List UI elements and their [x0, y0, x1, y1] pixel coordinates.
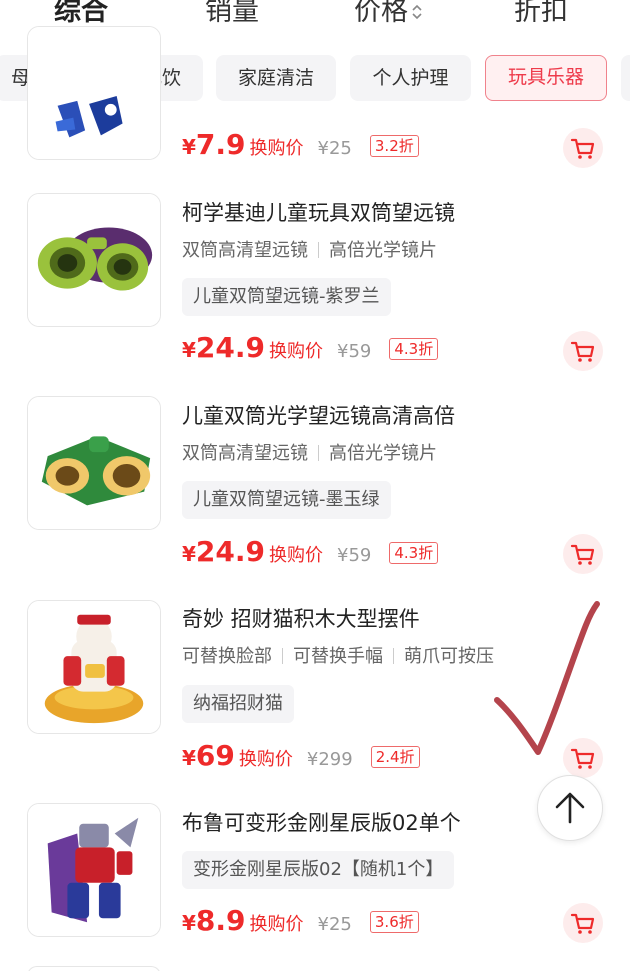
original-price: ¥59 [337, 341, 372, 362]
product-tag: 双筒高清望远镜 [182, 443, 308, 464]
price-value: 69 [195, 739, 235, 772]
back-to-top-button[interactable] [537, 775, 603, 841]
tag-divider [282, 648, 283, 664]
product-variant[interactable]: 变形金刚星辰版02【随机1个】 [182, 851, 455, 889]
discount-badge: 2.4折 [370, 746, 420, 768]
product-variant[interactable]: 纳福招财猫 [182, 685, 294, 723]
product-tags: 可替换脸部 可替换手幅 萌爪可按压 [182, 644, 494, 670]
discount-badge: 4.3折 [389, 542, 439, 564]
price-row: ¥ 8.9 换购价 ¥25 3.6折 [182, 904, 419, 940]
price-value: 7.9 [195, 128, 246, 161]
discount-badge: 3.2折 [369, 135, 419, 157]
category-chip-cleaning[interactable]: 家庭清洁 [216, 55, 336, 101]
product-image[interactable] [27, 600, 161, 734]
sort-tab-price[interactable]: 价格 [354, 0, 422, 32]
product-image[interactable] [27, 26, 161, 160]
tag-divider [318, 445, 319, 461]
add-to-cart-button[interactable] [563, 903, 603, 943]
sort-tab-discount[interactable]: 折扣 [514, 0, 568, 32]
product-image[interactable] [27, 193, 161, 327]
add-to-cart-button[interactable] [563, 331, 603, 371]
sort-tab-sales[interactable]: 销量 [205, 0, 259, 32]
original-price: ¥299 [306, 749, 353, 770]
price-value: 24.9 [195, 535, 266, 568]
price-label: 换购价 [238, 749, 293, 770]
price-label: 换购价 [249, 138, 304, 159]
sort-arrows-icon [412, 3, 422, 22]
price-value: 8.9 [195, 904, 246, 937]
category-chip-toys[interactable]: 玩具乐器 [485, 55, 607, 101]
add-to-cart-button[interactable] [563, 738, 603, 778]
price-label: 换购价 [269, 545, 324, 566]
arrow-up-icon [555, 792, 585, 824]
product-tag: 可替换手幅 [293, 646, 383, 667]
add-to-cart-button[interactable] [563, 128, 603, 168]
product-tag: 萌爪可按压 [404, 646, 494, 667]
category-chip-personal-care[interactable]: 个人护理 [350, 55, 471, 101]
currency-symbol: ¥ [182, 135, 196, 159]
product-variant[interactable]: 儿童双筒望远镜-墨玉绿 [182, 481, 391, 519]
currency-symbol: ¥ [182, 911, 196, 935]
product-tags: 双筒高清望远镜 高倍光学镜片 [182, 441, 437, 467]
discount-badge: 4.3折 [389, 338, 439, 360]
original-price: ¥25 [317, 138, 352, 159]
category-chip-more[interactable] [621, 55, 630, 101]
cart-icon [570, 748, 595, 769]
currency-symbol: ¥ [182, 746, 196, 770]
product-title[interactable]: 布鲁可变形金刚星辰版02单个 [182, 808, 461, 838]
discount-badge: 3.6折 [369, 911, 419, 933]
price-value: 24.9 [195, 331, 266, 364]
price-row: ¥ 69 换购价 ¥299 2.4折 [182, 739, 420, 775]
tag-divider [318, 242, 319, 258]
price-row: ¥ 24.9 换购价 ¥59 4.3折 [182, 535, 439, 571]
product-title[interactable]: 柯学基迪儿童玩具双筒望远镜 [182, 198, 455, 228]
product-variant[interactable]: 儿童双筒望远镜-紫罗兰 [182, 278, 391, 316]
product-tag: 高倍光学镜片 [329, 240, 437, 261]
original-price: ¥25 [317, 914, 352, 935]
currency-symbol: ¥ [182, 542, 196, 566]
cart-icon [570, 341, 595, 362]
product-title[interactable]: 奇妙 招财猫积木大型摆件 [182, 604, 420, 634]
cart-icon [570, 138, 595, 159]
product-image[interactable] [27, 803, 161, 937]
product-tags: 双筒高清望远镜 高倍光学镜片 [182, 238, 437, 264]
price-row: ¥ 7.9 换购价 ¥25 3.2折 [182, 128, 419, 164]
product-tag: 双筒高清望远镜 [182, 240, 308, 261]
price-row: ¥ 24.9 换购价 ¥59 4.3折 [182, 331, 439, 367]
currency-symbol: ¥ [182, 338, 196, 362]
original-price: ¥59 [337, 545, 372, 566]
product-title[interactable]: 儿童双筒光学望远镜高清高倍 [182, 401, 455, 431]
cart-icon [570, 544, 595, 565]
cart-icon [570, 913, 595, 934]
add-to-cart-button[interactable] [563, 534, 603, 574]
sort-tab-price-label: 价格 [354, 0, 408, 27]
price-label: 换购价 [269, 341, 324, 362]
price-label: 换购价 [249, 914, 304, 935]
next-product-image[interactable] [27, 966, 161, 971]
product-tag: 可替换脸部 [182, 646, 272, 667]
product-tag: 高倍光学镜片 [329, 443, 437, 464]
tag-divider [393, 648, 394, 664]
product-image[interactable] [27, 396, 161, 530]
